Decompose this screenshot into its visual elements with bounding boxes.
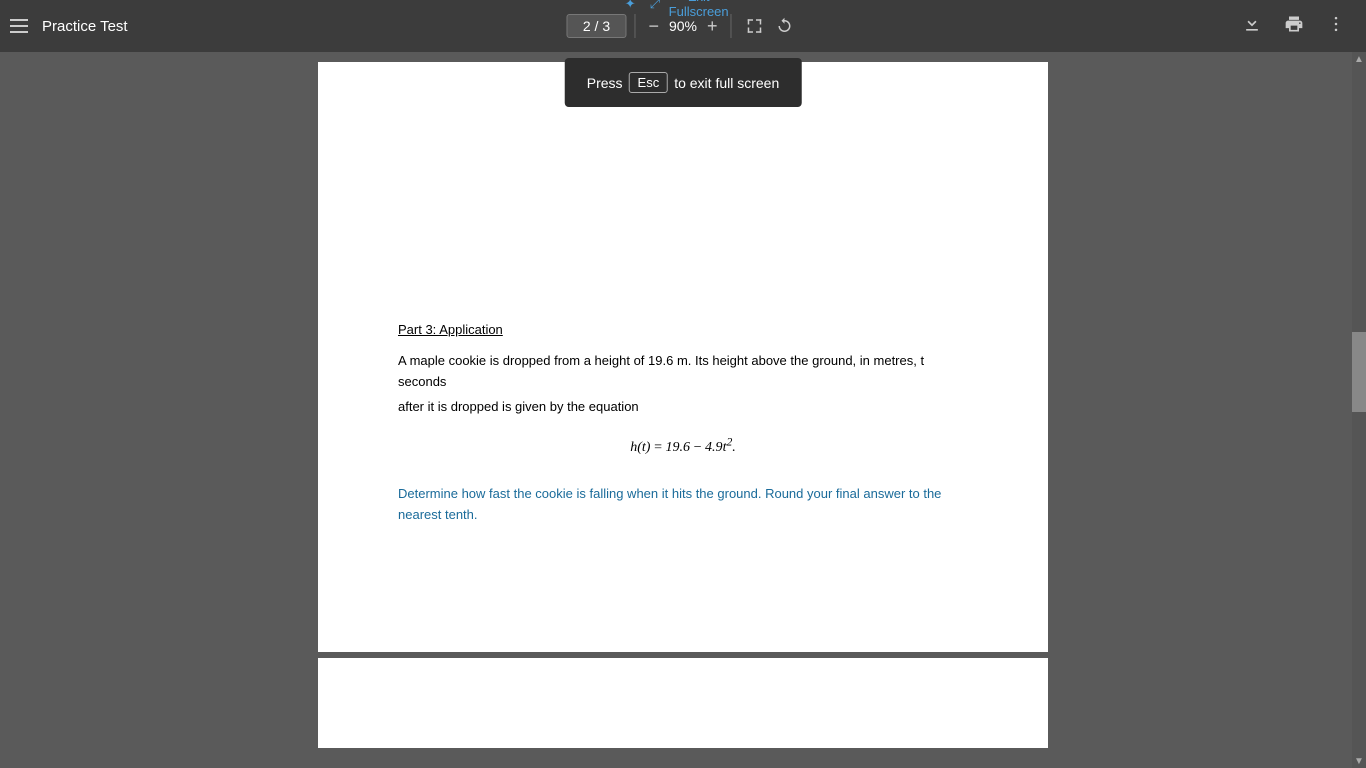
- instruction-text: Determine how fast the cookie is falling…: [398, 484, 968, 526]
- print-icon: [1284, 14, 1304, 34]
- pdf-page-3: [318, 658, 1048, 748]
- more-options-button[interactable]: [1320, 10, 1352, 43]
- print-button[interactable]: [1278, 10, 1310, 43]
- more-options-icon: [1326, 14, 1346, 34]
- download-icon: [1242, 14, 1262, 34]
- rotate-icon: [776, 17, 794, 35]
- fit-page-icon: [746, 17, 764, 35]
- scroll-down-arrow[interactable]: ▼: [1352, 754, 1366, 768]
- toolbar-left: Practice Test: [0, 18, 220, 35]
- hamburger-menu-button[interactable]: [10, 19, 28, 33]
- exit-fullscreen-label: Exit Fullscreen: [666, 0, 731, 19]
- exit-fullscreen-button[interactable]: ⤢ Exit Fullscreen: [640, 0, 742, 23]
- scrollbar[interactable]: ▲ ▼: [1352, 52, 1366, 768]
- question-text-line1: A maple cookie is dropped from a height …: [398, 351, 968, 393]
- pagination-display: 2 / 3: [566, 14, 626, 38]
- instruction-content: Determine how fast the cookie is falling…: [398, 486, 941, 522]
- pdf-viewer-content[interactable]: Part 3: Application A maple cookie is dr…: [0, 52, 1366, 768]
- pdf-page-2: Part 3: Application A maple cookie is dr…: [318, 62, 1048, 652]
- toolbar: Practice Test ✦ ⤢ Exit Fullscreen 2 / 3 …: [0, 0, 1366, 52]
- download-button[interactable]: [1236, 10, 1268, 43]
- esc-key-badge: Esc: [629, 72, 669, 93]
- esc-fullscreen-tooltip: Press Esc to exit full screen: [565, 58, 802, 107]
- scroll-up-arrow[interactable]: ▲: [1352, 52, 1366, 66]
- formula-display: h(t) = 19.6 − 4.9t2.: [398, 435, 968, 456]
- section-title: Part 3: Application: [398, 322, 968, 337]
- question-text-line2: after it is dropped is given by the equa…: [398, 397, 968, 418]
- rotate-button[interactable]: [770, 13, 800, 39]
- toolbar-right: [1236, 10, 1366, 43]
- question-body-1: A maple cookie is dropped from a height …: [398, 353, 924, 389]
- fit-page-button[interactable]: [740, 13, 770, 39]
- app-title: Practice Test: [42, 18, 128, 35]
- exit-label: to exit full screen: [674, 75, 779, 91]
- scroll-thumb[interactable]: [1352, 332, 1366, 412]
- toolbar-center: ✦ ⤢ Exit Fullscreen 2 / 3 − 90% +: [566, 13, 799, 39]
- press-label: Press: [587, 75, 623, 91]
- exit-fullscreen-icon: ⤢: [650, 0, 660, 12]
- formula-text: h(t) = 19.6 − 4.9t2.: [630, 440, 736, 455]
